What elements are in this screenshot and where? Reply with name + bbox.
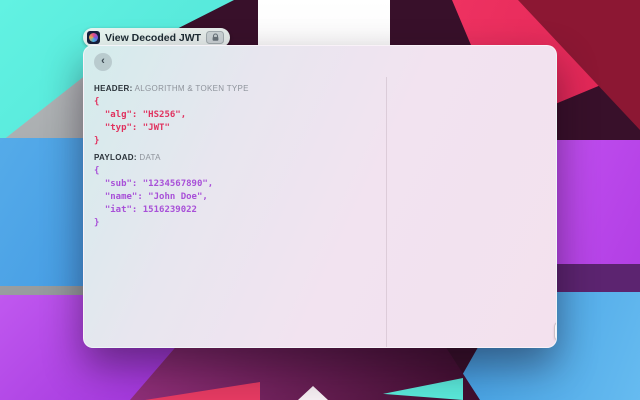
lock-icon [211, 33, 220, 42]
pill-lock-badge[interactable] [206, 31, 224, 44]
background-shape-purple-right [545, 140, 640, 272]
screen: View Decoded JWT ‹ HEADER: ALGORITHM & T… [0, 0, 640, 400]
panel-divider [386, 77, 387, 348]
payload-label: PAYLOAD: [94, 153, 137, 162]
header-label: HEADER: [94, 84, 133, 93]
payload-section-label: PAYLOAD: DATA [94, 153, 376, 162]
header-sublabel: ALGORITHM & TOKEN TYPE [135, 84, 249, 93]
payload-sublabel: DATA [139, 153, 160, 162]
copy-payload-json-button[interactable]: Copy PAYLOAD JSON >_ [554, 321, 557, 342]
payload-json-code: { "sub": "1234567890", "name": "John Doe… [94, 165, 376, 230]
back-button[interactable]: ‹ [94, 53, 112, 71]
decoded-code-panel: HEADER: ALGORITHM & TOKEN TYPE { "alg": … [84, 77, 386, 348]
app-icon [87, 31, 100, 44]
pill-title: View Decoded JWT [105, 32, 201, 44]
background-shape-blue-left [0, 138, 95, 286]
window-header: ‹ [84, 46, 556, 77]
window-body: HEADER: ALGORITHM & TOKEN TYPE { "alg": … [84, 77, 556, 348]
decoded-jwt-window: ‹ HEADER: ALGORITHM & TOKEN TYPE { "alg"… [83, 45, 557, 348]
chevron-left-icon: ‹ [101, 56, 105, 67]
header-json-code: { "alg": "HS256", "typ": "JWT" } [94, 96, 376, 148]
copy-button-label: Copy PAYLOAD JSON [555, 322, 557, 341]
header-section-label: HEADER: ALGORITHM & TOKEN TYPE [94, 84, 376, 93]
